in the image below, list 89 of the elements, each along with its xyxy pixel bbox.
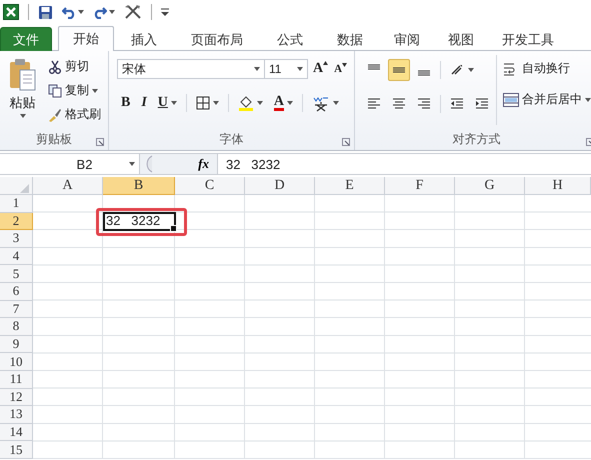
- column-header[interactable]: A: [33, 177, 103, 195]
- bottom-align-icon: [416, 70, 432, 76]
- formula-input-field[interactable]: 32 3232: [218, 156, 280, 172]
- caret-icon: [212, 101, 219, 105]
- column-header[interactable]: E: [315, 177, 385, 195]
- caret-icon: [92, 88, 98, 92]
- insert-function-button[interactable]: fx: [198, 156, 209, 172]
- ribbon-tab[interactable]: 数据: [320, 27, 380, 51]
- wrap-text-button[interactable]: 自动换行: [500, 58, 591, 79]
- column-header[interactable]: C: [175, 177, 245, 195]
- row-header[interactable]: 5: [0, 265, 33, 283]
- column-header[interactable]: D: [245, 177, 315, 195]
- caret-icon: [585, 98, 591, 102]
- tools-icon[interactable]: [124, 4, 142, 20]
- column-header[interactable]: B: [103, 177, 175, 195]
- ribbon-tab[interactable]: 插入: [114, 27, 174, 51]
- shrink-font-button[interactable]: A: [333, 62, 348, 76]
- arrow-down-icon: [342, 63, 348, 67]
- active-cell[interactable]: 32 3232: [103, 212, 176, 232]
- group-label: 剪贴板: [35, 131, 73, 148]
- ribbon-tab[interactable]: 开发工具: [488, 27, 568, 51]
- scissors-icon: [48, 60, 62, 74]
- font-name-dropdown[interactable]: 宋体: [117, 59, 265, 79]
- dialog-launcher-icon[interactable]: [342, 138, 350, 146]
- group-label: 字体: [218, 131, 245, 148]
- caret-icon: [254, 67, 260, 71]
- grow-font-button[interactable]: A: [312, 60, 330, 78]
- font-color-button[interactable]: A: [270, 92, 298, 114]
- caret-icon: [468, 68, 474, 72]
- row-header[interactable]: 3: [0, 230, 33, 248]
- caret-icon: [20, 114, 26, 118]
- corner-triangle-icon: [20, 184, 28, 193]
- font-size-dropdown[interactable]: 11: [264, 59, 308, 79]
- save-icon[interactable]: [38, 4, 53, 20]
- row-header[interactable]: 14: [0, 424, 33, 442]
- caret-icon: [256, 101, 263, 105]
- column-header[interactable]: F: [385, 177, 455, 195]
- row-header[interactable]: 9: [0, 336, 33, 354]
- borders-icon: [196, 96, 210, 110]
- row-header[interactable]: 6: [0, 282, 33, 301]
- ribbon-tab[interactable]: 公式: [260, 27, 320, 51]
- row-header[interactable]: 7: [0, 300, 33, 318]
- middle-align-button[interactable]: [388, 59, 410, 81]
- italic-button[interactable]: I: [137, 92, 151, 114]
- caret-icon: [109, 10, 115, 14]
- customize-icon[interactable]: [161, 7, 169, 17]
- group-label: 对齐方式: [452, 131, 502, 148]
- row-header[interactable]: 13: [0, 406, 33, 424]
- copy-icon: [48, 84, 62, 98]
- ribbon-tab[interactable]: 审阅: [380, 27, 434, 51]
- row-header[interactable]: 1: [0, 195, 33, 213]
- row-header[interactable]: 11: [0, 370, 33, 389]
- paste-button[interactable]: 粘贴: [4, 55, 41, 130]
- merge-cells-icon: [503, 92, 520, 106]
- row-header[interactable]: 8: [0, 318, 33, 336]
- caret-icon: [129, 162, 135, 166]
- row-header[interactable]: 15: [0, 441, 33, 459]
- caret-icon: [297, 67, 303, 71]
- underline-button[interactable]: U: [154, 92, 181, 114]
- paint-bucket-icon: [238, 95, 254, 111]
- spreadsheet-app-icon: [3, 4, 19, 20]
- paintbrush-icon: [48, 108, 62, 122]
- phonetic-guide-icon: [312, 94, 330, 112]
- undo-icon[interactable]: [62, 5, 76, 19]
- column-header[interactable]: H: [525, 177, 591, 195]
- caret-icon: [333, 101, 340, 105]
- row-header[interactable]: 4: [0, 248, 33, 266]
- redo-icon[interactable]: [93, 5, 107, 19]
- file-menu-tab[interactable]: 文件: [0, 27, 52, 51]
- row-header[interactable]: 10: [0, 353, 33, 371]
- clipboard-icon: [8, 58, 38, 92]
- caret-icon: [78, 10, 84, 14]
- row-header[interactable]: 2: [0, 212, 33, 230]
- ribbon-tab[interactable]: 视图: [434, 27, 488, 51]
- cut-button[interactable]: 剪切: [45, 56, 104, 77]
- caret-icon: [170, 101, 177, 105]
- row-header[interactable]: 12: [0, 388, 33, 406]
- format-painter-button[interactable]: 格式刷: [45, 104, 104, 125]
- fill-handle[interactable]: [170, 225, 177, 232]
- merge-center-button[interactable]: 合并后居中: [500, 89, 591, 110]
- ribbon-tab[interactable]: 页面布局: [174, 27, 260, 51]
- column-header[interactable]: G: [455, 177, 525, 195]
- arrow-up-icon: [323, 61, 328, 65]
- top-align-icon: [366, 64, 382, 70]
- caret-icon: [287, 101, 294, 105]
- copy-button[interactable]: 复制: [45, 80, 104, 101]
- ribbon-tab[interactable]: 开始: [58, 26, 114, 51]
- dialog-launcher-icon[interactable]: [96, 138, 104, 146]
- bold-button[interactable]: B: [117, 92, 134, 114]
